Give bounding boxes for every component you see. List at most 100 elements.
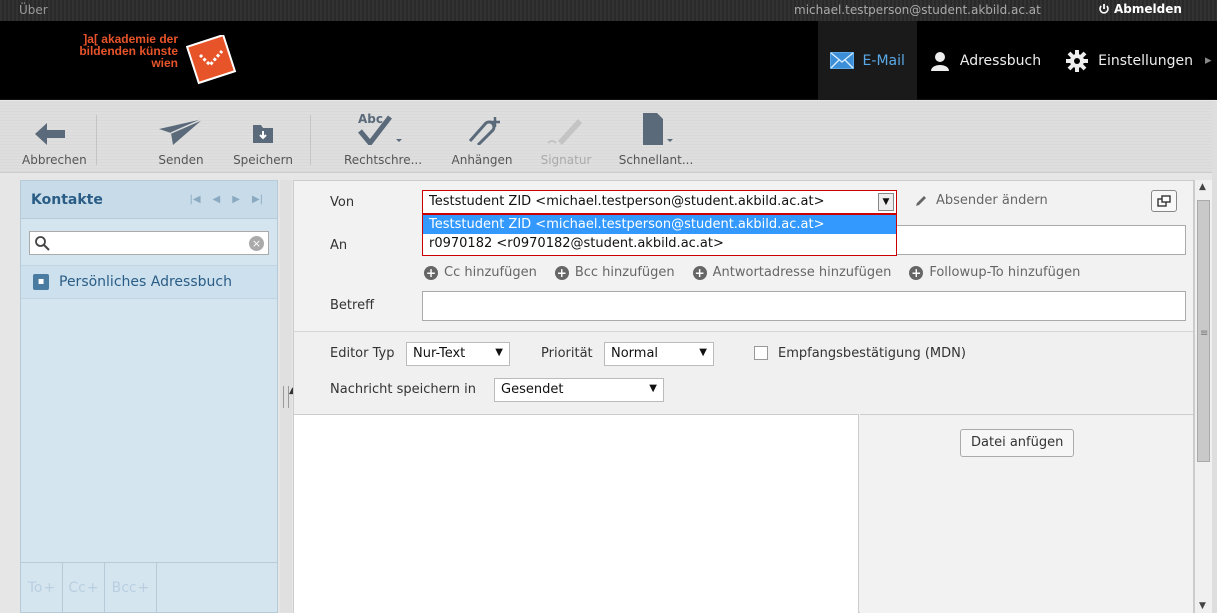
attachments-panel: Datei anfügen xyxy=(860,414,1193,613)
recipient-buttons: To + Cc + Bcc + xyxy=(21,562,277,612)
logout-button[interactable]: Abmelden xyxy=(1098,2,1182,16)
last-page-icon[interactable]: ▶| xyxy=(252,194,263,205)
quicktext-label: Schnellant... xyxy=(618,153,694,167)
panel-splitter[interactable]: ▲ xyxy=(280,180,296,613)
scroll-up-icon[interactable]: ▲ xyxy=(1199,182,1206,192)
plus-circle-icon: + xyxy=(424,265,438,280)
nav-email-label: E-Mail xyxy=(862,52,905,69)
chevron-down-icon: ▼ xyxy=(495,347,503,358)
addressbook-item-personal[interactable]: ▪ Persönliches Adressbuch xyxy=(21,265,277,299)
nav-overflow[interactable]: ▸ xyxy=(1205,21,1217,100)
mail-icon xyxy=(829,52,854,69)
subject-field[interactable] xyxy=(422,291,1186,321)
chevron-down-icon: ▼ xyxy=(649,383,657,394)
toolbar-divider xyxy=(96,115,97,165)
about-link[interactable]: Über xyxy=(19,3,48,17)
chevron-down-icon: ▼ xyxy=(878,193,894,211)
add-cc-button[interactable]: Cc + xyxy=(63,563,105,612)
paper-plane-icon xyxy=(159,119,203,145)
message-body-textarea[interactable] xyxy=(294,414,859,613)
signature-label: Signatur xyxy=(540,153,592,167)
attach-label: Anhängen xyxy=(451,153,513,167)
save-button[interactable]: Speichern xyxy=(226,107,300,167)
send-label: Senden xyxy=(158,153,204,167)
add-bcc-label: Bcc hinzufügen xyxy=(574,265,675,280)
logo-text: ]a[ akademie der bildenden künste wien xyxy=(38,33,178,69)
spellcheck-button[interactable]: Abc Rechtschre... xyxy=(344,107,423,167)
priority-select[interactable]: Normal ▼ xyxy=(604,342,714,366)
search-icon xyxy=(35,236,50,251)
compose-scrollbar[interactable]: ▲ ≡ ▼ xyxy=(1194,180,1212,613)
change-sender-link[interactable]: Absender ändern xyxy=(914,193,1048,208)
popout-button[interactable] xyxy=(1151,190,1177,212)
receipt-label: Empfangsbestätigung (MDN) xyxy=(778,346,966,361)
addressbook-icon: ▪ xyxy=(33,274,49,290)
paperclip-icon xyxy=(468,117,500,145)
cancel-label: Abbrechen xyxy=(22,153,87,167)
user-email: michael.testperson@student.akbild.ac.at xyxy=(794,3,1041,17)
toolbar-divider xyxy=(310,115,311,165)
spellcheck-icon: Abc xyxy=(358,112,402,145)
editor-type-label: Editor Typ xyxy=(330,346,395,361)
clear-search-icon[interactable]: × xyxy=(249,236,264,251)
add-bcc-link[interactable]: + Bcc hinzufügen xyxy=(554,265,675,280)
compose-panel: Von Teststudent ZID <michael.testperson@… xyxy=(293,180,1194,613)
popout-window-icon xyxy=(1157,195,1171,207)
contacts-pager: |◀ ◀ ▶ ▶| xyxy=(189,194,263,205)
gear-icon xyxy=(1066,49,1089,72)
pencil-icon xyxy=(916,195,926,206)
cancel-button[interactable]: Abbrechen xyxy=(22,107,87,167)
top-bar: Über michael.testperson@student.akbild.a… xyxy=(0,0,1217,21)
add-to-button[interactable]: To + xyxy=(21,563,63,612)
save-in-select[interactable]: Gesendet ▼ xyxy=(494,378,664,402)
receipt-checkbox[interactable] xyxy=(754,346,768,360)
pen-icon xyxy=(547,119,582,145)
power-icon xyxy=(1099,4,1109,14)
contacts-title: Kontakte xyxy=(31,191,103,208)
quicktext-button[interactable]: Schnellant... xyxy=(612,107,700,167)
add-cc-link[interactable]: + Cc hinzufügen xyxy=(424,265,537,280)
document-icon xyxy=(643,113,673,145)
nav-email[interactable]: E-Mail xyxy=(817,21,917,100)
attach-file-button[interactable]: Datei anfügen xyxy=(960,429,1075,457)
from-dropdown-list: Teststudent ZID <michael.testperson@stud… xyxy=(422,214,897,256)
next-page-icon[interactable]: ▶ xyxy=(232,194,240,205)
plus-circle-icon: + xyxy=(692,265,707,280)
send-button[interactable]: Senden xyxy=(152,107,210,167)
logo-line-3: wien xyxy=(151,56,178,70)
attach-button[interactable]: Anhängen xyxy=(446,107,518,167)
nav-settings[interactable]: Einstellungen xyxy=(1053,21,1205,100)
toolbar: Abbrechen Senden Speichern Abc Rechtschr… xyxy=(0,101,1217,173)
editor-type-select[interactable]: Nur-Text ▼ xyxy=(406,342,510,366)
add-followupto-label: Followup-To hinzufügen xyxy=(929,265,1081,280)
nav-settings-label: Einstellungen xyxy=(1098,52,1193,69)
add-cc-label: Cc hinzufügen xyxy=(444,265,537,280)
prev-page-icon[interactable]: ◀ xyxy=(213,194,221,205)
chevron-down-icon: ▼ xyxy=(699,347,707,358)
add-cc-label: Cc xyxy=(68,579,86,596)
plus-circle-icon: + xyxy=(554,265,569,280)
logout-label: Abmelden xyxy=(1114,2,1182,16)
save-in-label: Nachricht speichern in xyxy=(330,382,477,397)
from-select[interactable]: Teststudent ZID <michael.testperson@stud… xyxy=(422,190,897,214)
from-option[interactable]: Teststudent ZID <michael.testperson@stud… xyxy=(423,215,896,234)
academy-logo-icon xyxy=(186,35,237,85)
add-replyto-link[interactable]: + Antwortadresse hinzufügen xyxy=(692,265,892,280)
svg-text:Abc: Abc xyxy=(358,112,383,126)
add-bcc-button[interactable]: Bcc + xyxy=(105,563,157,612)
scroll-down-icon[interactable]: ▼ xyxy=(1199,601,1206,611)
signature-button[interactable]: Signatur xyxy=(533,107,599,167)
plus-circle-icon: + xyxy=(909,265,924,280)
add-followupto-link[interactable]: + Followup-To hinzufügen xyxy=(909,265,1080,280)
from-select-value: Teststudent ZID <michael.testperson@stud… xyxy=(429,194,825,209)
add-to-label: To xyxy=(27,579,43,596)
add-replyto-label: Antwortadresse hinzufügen xyxy=(712,265,892,280)
main-nav: E-Mail Adressbuch Einstellungen ▸ xyxy=(817,21,1217,100)
nav-addressbook[interactable]: Adressbuch xyxy=(917,21,1053,100)
subject-label: Betreff xyxy=(330,298,375,313)
first-page-icon[interactable]: |◀ xyxy=(189,194,200,205)
from-option[interactable]: r0970182 <r0970182@student.akbild.ac.at> xyxy=(423,234,896,253)
contacts-search-input[interactable]: × xyxy=(29,231,269,255)
spellcheck-label: Rechtschre... xyxy=(344,153,423,167)
save-drawer-icon xyxy=(253,125,273,143)
